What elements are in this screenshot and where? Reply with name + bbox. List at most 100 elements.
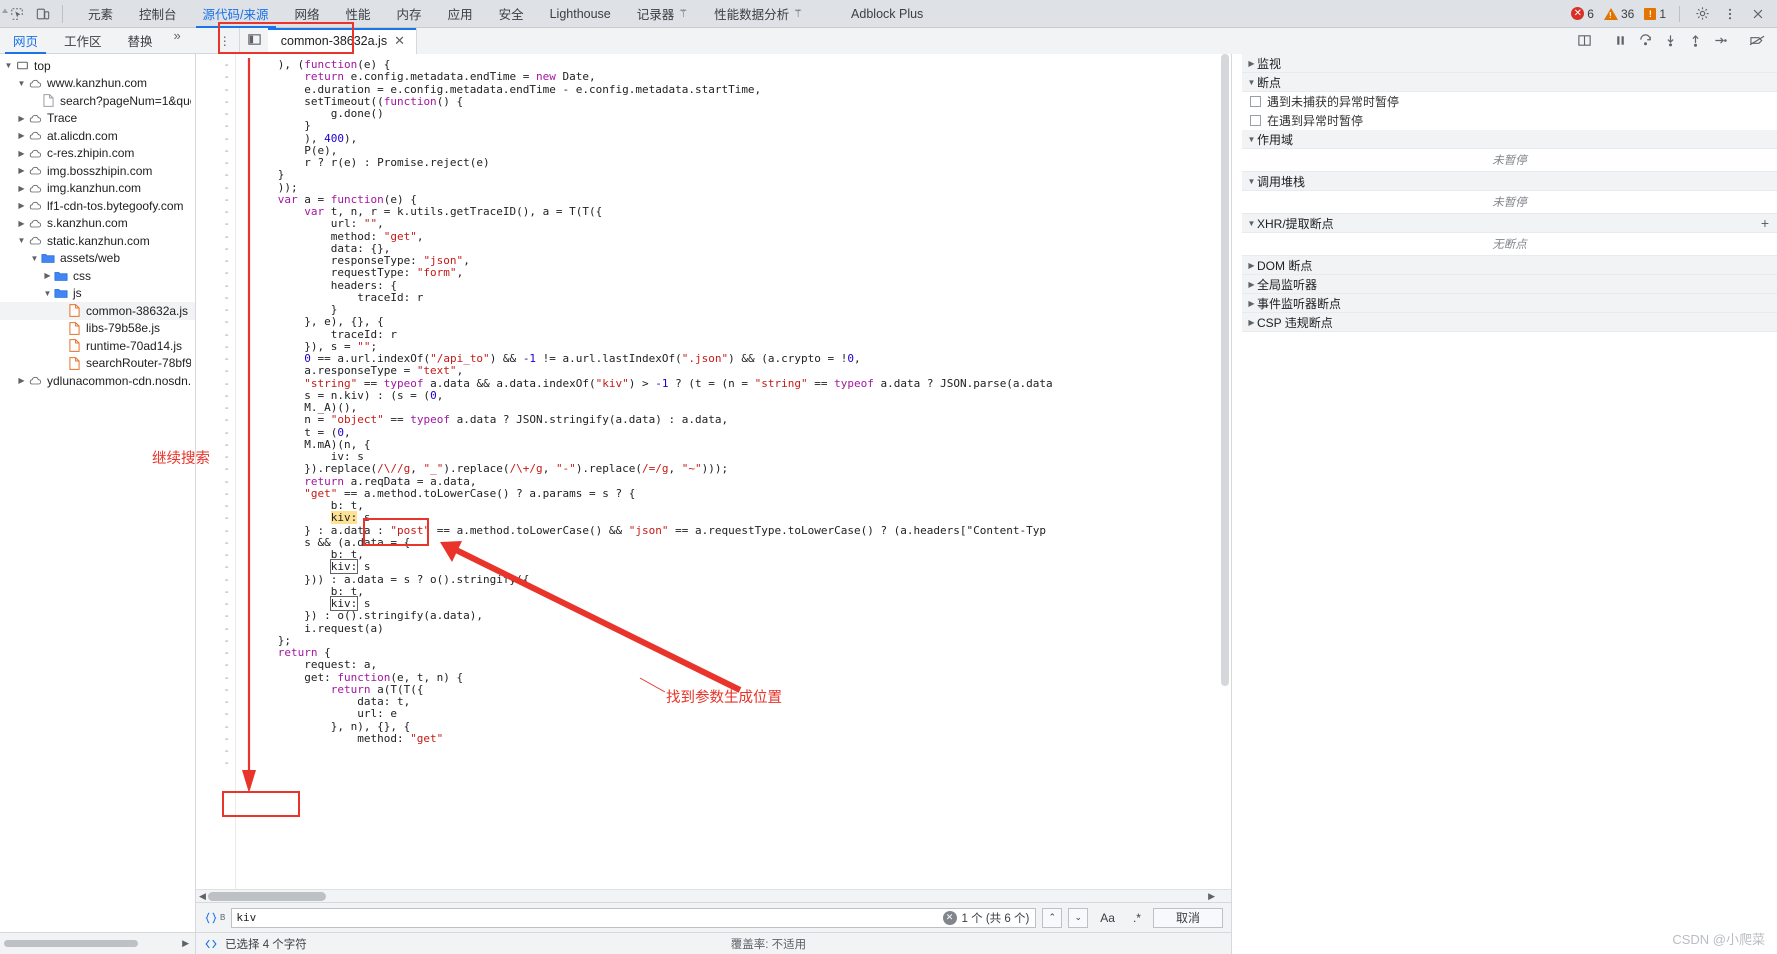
tree-domain[interactable]: ▶ Trace [0, 110, 195, 128]
sources-tab-workspace[interactable]: 工作区 [51, 28, 115, 54]
debugger-section-6[interactable]: ▶ 全局监听器 [1242, 275, 1777, 294]
line-marker[interactable]: - [196, 181, 230, 194]
navigator-scroll-thumb[interactable] [4, 940, 138, 947]
disclosure-triangle-icon[interactable]: ▼ [1246, 78, 1257, 87]
code-line[interactable]: r ? r(e) : Promise.reject(e) [238, 156, 1231, 169]
code-line[interactable]: M.mA)(n, { [238, 438, 1231, 451]
breakpoint-option-row[interactable]: 遇到未捕获的异常时暂停 [1242, 92, 1777, 111]
tree-domain[interactable]: ▼ www.kanzhun.com [0, 75, 195, 93]
disclosure-triangle-icon[interactable]: ▶ [16, 149, 27, 158]
code-line[interactable]: })) : a.data = s ? o().stringify({ [238, 573, 1231, 586]
line-marker[interactable]: - [196, 119, 230, 132]
checkbox[interactable] [1250, 96, 1261, 107]
debugger-section-1[interactable]: ▼ 断点 [1242, 73, 1777, 92]
step-into-icon[interactable] [1658, 30, 1682, 52]
split-pane-icon[interactable] [1572, 30, 1596, 52]
tree-file[interactable]: ▶common-38632a.js [0, 302, 195, 320]
debugger-section-3[interactable]: ▼ 调用堆栈 [1242, 172, 1777, 191]
debugger-section-5[interactable]: ▶ DOM 断点 [1242, 256, 1777, 275]
tree-file[interactable]: ▶search?pageNum=1&query=p [0, 92, 195, 110]
line-marker[interactable]: - [196, 756, 230, 769]
step-out-icon[interactable] [1683, 30, 1707, 52]
code-line[interactable]: return { [238, 646, 1231, 659]
line-marker[interactable]: - [196, 377, 230, 390]
disclosure-triangle-icon[interactable]: ▶ [16, 376, 27, 385]
close-icon[interactable] [1745, 2, 1771, 26]
tree-file[interactable]: ▶runtime-70ad14.js [0, 337, 195, 355]
show-navigator-icon[interactable] [242, 28, 268, 52]
step-over-icon[interactable] [1633, 30, 1657, 52]
line-marker[interactable]: - [196, 70, 230, 83]
sources-tab-overrides[interactable]: 替换 [115, 28, 166, 54]
line-marker[interactable]: - [196, 622, 230, 635]
code-line[interactable]: }) : o().stringify(a.data), [238, 610, 1231, 622]
search-input[interactable] [232, 908, 943, 927]
disclosure-triangle-icon[interactable]: ▶ [1246, 280, 1257, 289]
code-line[interactable]: method: "get" [238, 732, 1231, 745]
line-marker[interactable]: - [196, 511, 230, 524]
tab-security[interactable]: 安全 [486, 0, 537, 28]
debugger-section-8[interactable]: ▶ CSP 违规断点 [1242, 313, 1777, 332]
checkbox[interactable] [1250, 115, 1261, 126]
line-marker[interactable]: - [196, 671, 230, 684]
close-icon[interactable]: ✕ [394, 34, 405, 47]
disclosure-triangle-icon[interactable]: ▶ [16, 219, 27, 228]
line-marker[interactable]: - [196, 573, 230, 586]
line-marker[interactable]: - [196, 132, 230, 145]
tab-performance[interactable]: 性能 [333, 0, 384, 28]
debugger-section-4[interactable]: ▼ XHR/提取断点 + [1242, 214, 1777, 233]
tree-domain[interactable]: ▶ img.bosszhipin.com [0, 162, 195, 180]
code-line[interactable]: } [238, 169, 1231, 181]
code-line[interactable]: s && (a.data = { [238, 536, 1231, 549]
tab-performance-insights[interactable]: 性能数据分析 ⚚ [701, 0, 816, 28]
line-marker[interactable]: - [196, 364, 230, 377]
debugger-section-7[interactable]: ▶ 事件监听器断点 [1242, 294, 1777, 313]
code-line[interactable]: b: t, [238, 499, 1231, 512]
disclosure-triangle-icon[interactable]: ▼ [3, 61, 14, 70]
match-case-toggle[interactable]: Aa [1094, 911, 1121, 925]
line-marker[interactable]: - [196, 328, 230, 341]
disclosure-triangle-icon[interactable]: ▼ [16, 79, 27, 88]
add-breakpoint-icon[interactable]: + [1761, 215, 1777, 231]
code-line[interactable]: var t, n, r = k.utils.getTraceID(), a = … [238, 205, 1231, 218]
pause-resume-icon[interactable] [1608, 30, 1632, 52]
scroll-right-icon[interactable]: ▶ [1208, 891, 1215, 902]
sources-tab-page[interactable]: 网页 [0, 28, 51, 54]
tree-folder[interactable]: ▼ js [0, 285, 195, 303]
code-line[interactable]: }; [238, 634, 1231, 647]
tree-domain[interactable]: ▶ at.alicdn.com [0, 127, 195, 145]
line-marker[interactable]: - [196, 83, 230, 96]
tree-file[interactable]: ▶libs-79b58e.js [0, 320, 195, 338]
code-line[interactable]: } [238, 303, 1231, 316]
code-content[interactable]: ), (function(e) { return e.config.metada… [236, 54, 1231, 889]
disclosure-triangle-icon[interactable]: ▼ [29, 254, 40, 263]
line-marker[interactable]: - [196, 279, 230, 292]
navigator-scroll-right-icon[interactable]: ▶ [182, 938, 189, 949]
navigator-bottom-scrollbar[interactable]: ▶ [0, 932, 196, 954]
code-braces-icon[interactable] [204, 911, 218, 925]
disclosure-triangle-icon[interactable]: ▼ [16, 236, 27, 245]
line-marker[interactable]: - [196, 720, 230, 733]
line-marker[interactable]: - [196, 266, 230, 279]
disclosure-triangle-icon[interactable]: ▼ [1246, 177, 1257, 186]
line-marker[interactable]: - [196, 217, 230, 230]
step-icon[interactable] [1708, 30, 1732, 52]
scroll-left-icon[interactable]: ◀ [199, 891, 206, 902]
tree-domain[interactable]: ▶ ydlunacommon-cdn.nosdn.127.n [0, 372, 195, 390]
line-marker[interactable]: - [196, 168, 230, 181]
code-editor[interactable]: ----------------------------------------… [196, 54, 1231, 889]
tab-lighthouse[interactable]: Lighthouse [537, 0, 624, 28]
line-marker[interactable]: - [196, 609, 230, 622]
disclosure-triangle-icon[interactable]: ▶ [16, 166, 27, 175]
regex-toggle[interactable]: .* [1127, 911, 1147, 925]
line-marker[interactable]: - [196, 475, 230, 488]
code-line[interactable]: g.done() [238, 107, 1231, 120]
code-line[interactable]: setTimeout((function() { [238, 95, 1231, 108]
line-marker[interactable]: - [196, 524, 230, 537]
error-count[interactable]: ✕ 6 [1567, 7, 1598, 21]
tab-network[interactable]: 网络 [282, 0, 333, 28]
line-marker[interactable]: - [196, 426, 230, 439]
tree-file[interactable]: ▼ top [0, 57, 195, 75]
code-line[interactable]: i.request(a) [238, 622, 1231, 635]
h-scrollbar-thumb[interactable] [208, 892, 326, 901]
